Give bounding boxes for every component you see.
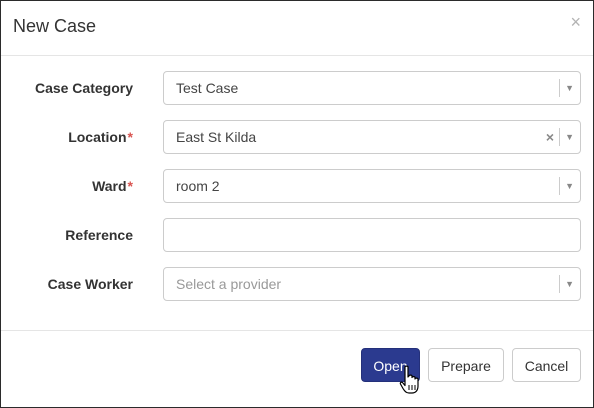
- new-case-dialog: New Case × Case Category Test Case ▼ Loc…: [0, 0, 594, 408]
- location-select[interactable]: East St Kilda × ▼: [163, 120, 581, 154]
- close-icon[interactable]: ×: [570, 13, 581, 31]
- ward-row: Ward* room 2 ▼: [1, 169, 593, 203]
- select-separator: [559, 128, 560, 146]
- case-category-label: Case Category: [34, 80, 133, 96]
- prepare-button[interactable]: Prepare: [428, 348, 504, 382]
- select-separator: [559, 79, 560, 97]
- required-marker: *: [127, 129, 133, 145]
- case-category-value: Test Case: [176, 80, 239, 96]
- required-marker: *: [127, 178, 133, 194]
- case-category-select[interactable]: Test Case ▼: [163, 71, 581, 105]
- cancel-button[interactable]: Cancel: [512, 348, 581, 382]
- reference-row: Reference: [1, 218, 593, 252]
- select-separator: [559, 177, 560, 195]
- reference-input[interactable]: [163, 218, 581, 252]
- ward-select[interactable]: room 2 ▼: [163, 169, 581, 203]
- dialog-header: New Case ×: [1, 1, 593, 56]
- dialog-title: New Case: [13, 16, 97, 36]
- ward-value: room 2: [176, 178, 220, 194]
- ward-label: Ward*: [92, 178, 133, 194]
- chevron-down-icon[interactable]: ▼: [565, 268, 574, 300]
- clear-icon[interactable]: ×: [546, 121, 554, 153]
- location-row: Location* East St Kilda × ▼: [1, 120, 593, 154]
- open-button[interactable]: Open: [361, 348, 420, 382]
- chevron-down-icon[interactable]: ▼: [565, 72, 574, 104]
- reference-label: Reference: [65, 227, 133, 243]
- dialog-footer: Open Prepare Cancel: [1, 330, 593, 408]
- case-worker-row: Case Worker Select a provider ▼: [1, 267, 593, 301]
- chevron-down-icon[interactable]: ▼: [565, 121, 574, 153]
- case-worker-label: Case Worker: [47, 276, 133, 292]
- location-label: Location*: [68, 129, 133, 145]
- location-value: East St Kilda: [176, 129, 257, 145]
- case-category-row: Case Category Test Case ▼: [1, 71, 593, 105]
- case-worker-placeholder: Select a provider: [176, 276, 282, 292]
- select-separator: [559, 275, 560, 293]
- case-worker-select[interactable]: Select a provider ▼: [163, 267, 581, 301]
- chevron-down-icon[interactable]: ▼: [565, 170, 574, 202]
